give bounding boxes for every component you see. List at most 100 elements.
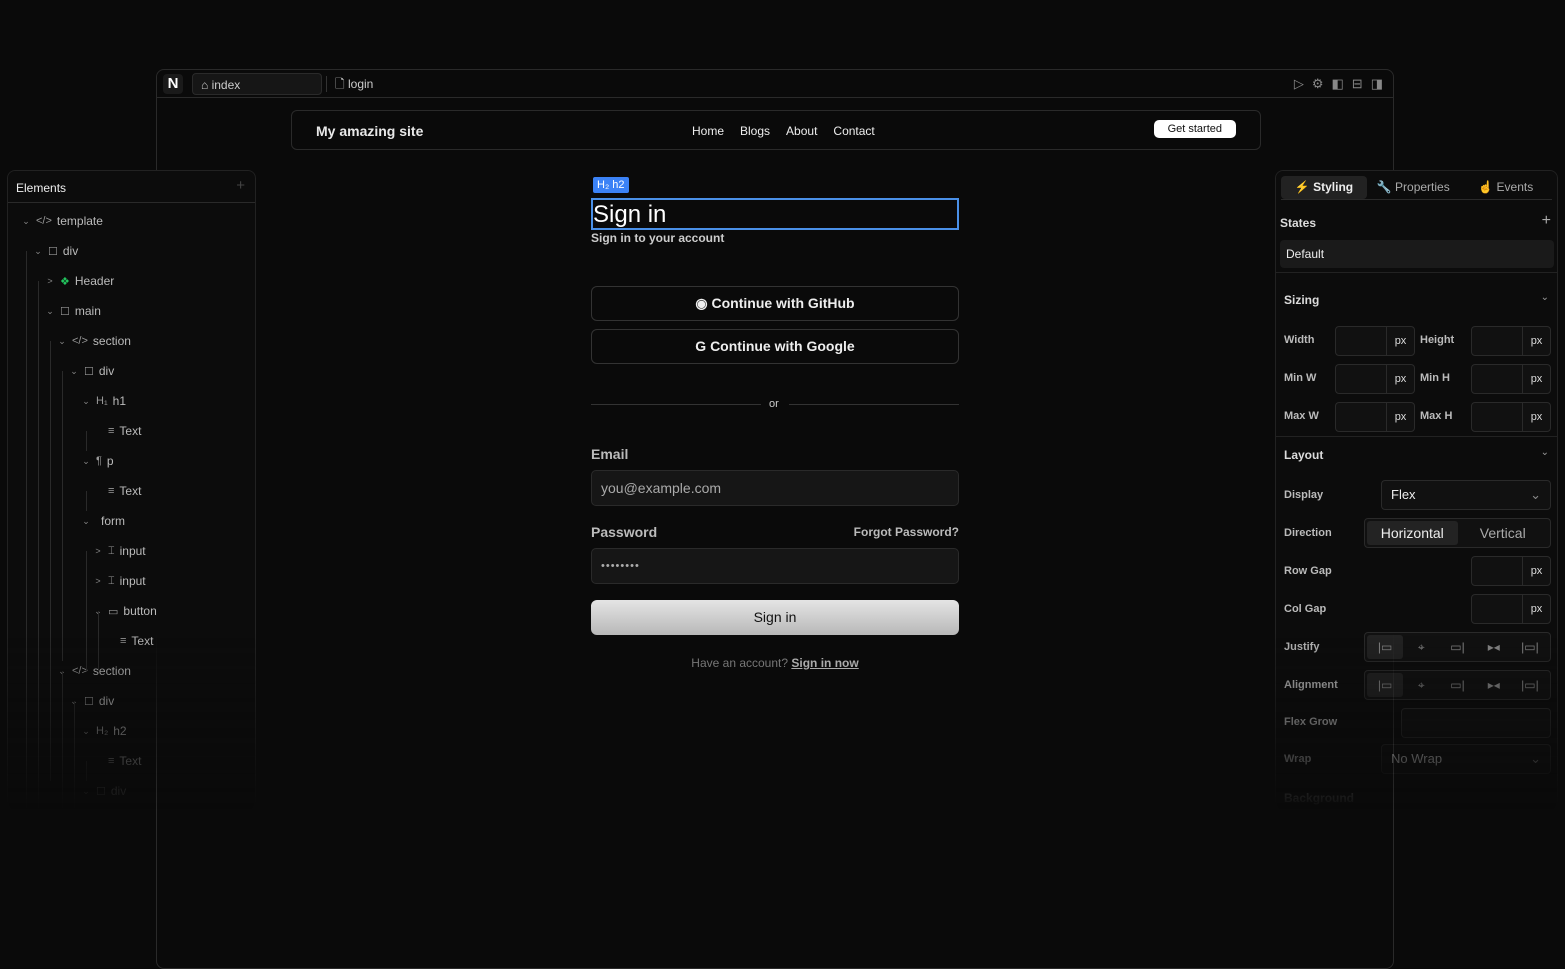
tree-item-text[interactable]: ≡ Text (93, 751, 141, 771)
height-label: Height (1420, 334, 1455, 346)
align-end-icon[interactable]: ▭| (1439, 673, 1475, 697)
chevron-down-icon[interactable]: ⌄ (81, 396, 91, 407)
github-button[interactable]: ◉ Continue with GitHub (591, 286, 959, 321)
tree-item-header[interactable]: > ❖ Header (45, 271, 114, 291)
justify-center-icon[interactable]: ⌖ (1403, 635, 1439, 659)
tree-item-div[interactable]: ⌄☐div (69, 691, 114, 711)
align-around-icon[interactable]: ▸◂ (1476, 673, 1512, 697)
selection-badge: H₂ h2 (593, 177, 629, 193)
node-type-icon: ☐ (84, 695, 94, 708)
node-type-icon: ☐ (84, 365, 94, 378)
nav-home[interactable]: Home (692, 124, 724, 138)
app-logo: N (163, 74, 183, 94)
chevron-down-icon: ⌄ (1530, 487, 1541, 502)
tree-item-form[interactable]: ⌄ form (81, 511, 125, 531)
chevron-right-icon[interactable]: > (93, 576, 103, 586)
tree-item-input[interactable]: > ⌶ input (93, 541, 146, 561)
chevron-down-icon[interactable]: ⌄ (33, 246, 43, 257)
justify-start-icon[interactable]: |▭ (1367, 635, 1404, 659)
tree-item-p[interactable]: ⌄ ¶ p (81, 451, 113, 471)
justify-toggle[interactable]: |▭ ⌖ ▭| ▸◂ |▭| (1364, 632, 1551, 662)
display-select[interactable]: Flex ⌄ (1381, 480, 1551, 510)
login-heading[interactable]: Sign in (591, 198, 959, 230)
justify-end-icon[interactable]: ▭| (1439, 635, 1475, 659)
chevron-down-icon[interactable]: ⌄ (1541, 292, 1549, 303)
get-started-button[interactable]: Get started (1153, 120, 1236, 138)
display-label: Display (1284, 489, 1324, 501)
chevron-right-icon[interactable]: > (45, 276, 55, 286)
password-input[interactable]: •••••••• (591, 548, 959, 584)
direction-vertical[interactable]: Vertical (1458, 521, 1549, 545)
tree-item-label: input (119, 544, 146, 558)
tree-item-div[interactable]: ⌄☐div (33, 241, 78, 261)
direction-toggle[interactable]: Horizontal Vertical (1364, 518, 1551, 548)
align-center-icon[interactable]: ⌖ (1403, 673, 1439, 697)
nav-blogs[interactable]: Blogs (740, 124, 770, 138)
row-gap-input[interactable]: px (1471, 556, 1551, 586)
chevron-down-icon[interactable]: ⌄ (81, 726, 91, 737)
align-start-icon[interactable]: |▭ (1367, 673, 1404, 697)
col-gap-input[interactable]: px (1471, 594, 1551, 624)
chevron-down-icon[interactable]: ⌄ (21, 216, 31, 227)
chevron-down-icon[interactable]: ⌄ (69, 366, 79, 377)
google-button[interactable]: G Continue with Google (591, 329, 959, 364)
chevron-down-icon[interactable]: ⌄ (57, 336, 67, 347)
bottom-panel-icon[interactable]: ⊟ (1352, 76, 1363, 92)
min-width-input[interactable]: px (1335, 364, 1415, 394)
left-panel-icon[interactable]: ◧ (1332, 76, 1344, 92)
justify-between-icon[interactable]: |▭| (1512, 635, 1548, 659)
tree-item-button[interactable]: ⌄▭button (93, 601, 157, 621)
flex-grow-input[interactable] (1401, 708, 1551, 738)
tree-item-div[interactable]: ⌄☐div (81, 781, 126, 801)
chevron-down-icon[interactable]: ⌄ (81, 786, 91, 797)
align-stretch-icon[interactable]: |▭| (1512, 673, 1548, 697)
tab-login[interactable]: 🗋 login (327, 73, 373, 95)
tab-events[interactable]: ☝ Events (1460, 176, 1553, 199)
min-height-input[interactable]: px (1471, 364, 1551, 394)
login-subheading: Sign in to your account (591, 231, 725, 245)
tree-item-div[interactable]: ⌄☐div (69, 361, 114, 381)
max-height-input[interactable]: px (1471, 402, 1551, 432)
max-width-input[interactable]: px (1335, 402, 1415, 432)
tree-item-text[interactable]: ≡ Text (105, 631, 153, 651)
wrap-select[interactable]: No Wrap ⌄ (1381, 744, 1551, 774)
email-input[interactable]: you@example.com (591, 470, 959, 506)
chevron-down-icon[interactable]: ⌄ (45, 306, 55, 317)
min-width-label: Min W (1284, 372, 1317, 384)
sign-in-button[interactable]: Sign in (591, 600, 959, 635)
height-input[interactable]: px (1471, 326, 1551, 356)
tree-item-section[interactable]: ⌄</>section (57, 331, 131, 351)
node-type-icon: ¶ (96, 455, 102, 467)
gear-icon[interactable]: ⚙ (1312, 76, 1324, 92)
tab-index[interactable]: ⌂ index (192, 73, 322, 95)
add-state-icon[interactable]: + (1542, 212, 1551, 230)
justify-around-icon[interactable]: ▸◂ (1476, 635, 1512, 659)
tree-item-input[interactable]: > ⌶ input (93, 571, 146, 591)
tree-item-label: input (119, 574, 146, 588)
tree-item-text[interactable]: ≡ Text (93, 421, 141, 441)
right-panel-icon[interactable]: ◨ (1371, 76, 1383, 92)
tree-item-text[interactable]: ≡ Text (93, 481, 141, 501)
node-type-icon: </> (36, 215, 52, 227)
tree-item-section[interactable]: ⌄</>section (57, 661, 131, 681)
tab-styling[interactable]: ⚡ Styling (1281, 176, 1367, 199)
alignment-toggle[interactable]: |▭ ⌖ ▭| ▸◂ |▭| (1364, 670, 1551, 700)
state-default[interactable]: Default (1280, 240, 1554, 268)
chevron-down-icon[interactable]: ⌄ (81, 516, 91, 527)
forgot-password-link[interactable]: Forgot Password? (854, 525, 959, 539)
tree-item-template[interactable]: ⌄ </> template (21, 211, 103, 231)
sign-in-now-link[interactable]: Sign in now (791, 656, 858, 670)
direction-horizontal[interactable]: Horizontal (1367, 521, 1458, 545)
nav-about[interactable]: About (786, 124, 817, 138)
tree-item-h2[interactable]: ⌄ H₂ h2 (81, 721, 126, 741)
chevron-down-icon[interactable]: ⌄ (81, 456, 91, 467)
tree-item-h1[interactable]: ⌄ H₁ h1 (81, 391, 126, 411)
add-element-icon[interactable]: + (236, 177, 245, 194)
tab-properties[interactable]: 🔧 Properties (1367, 176, 1460, 199)
play-icon[interactable]: ▷ (1294, 76, 1304, 92)
chevron-right-icon[interactable]: > (93, 546, 103, 556)
tree-item-main[interactable]: ⌄ ☐ main (45, 301, 101, 321)
chevron-down-icon[interactable]: ⌄ (1541, 447, 1549, 458)
nav-contact[interactable]: Contact (833, 124, 874, 138)
width-input[interactable]: px (1335, 326, 1415, 356)
